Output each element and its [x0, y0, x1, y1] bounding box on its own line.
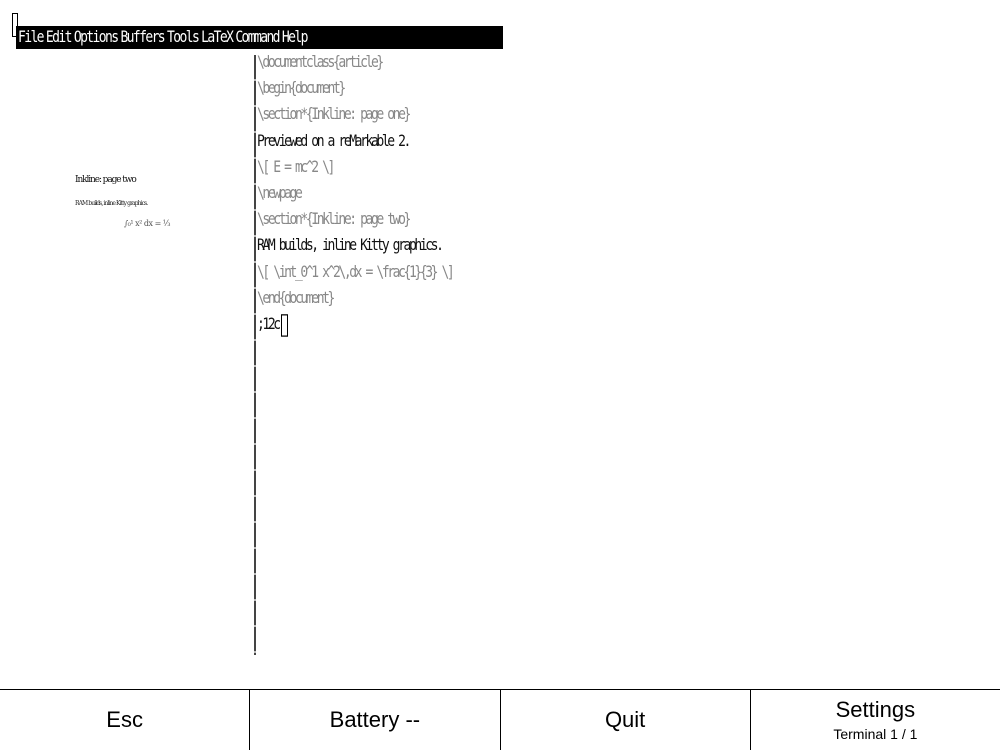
- editor-prompt-line: ;12c: [257, 312, 557, 345]
- preview-heading: Inkline: page two: [75, 175, 137, 185]
- settings-button[interactable]: Settings Terminal 1 / 1: [751, 690, 1000, 750]
- menu-edit[interactable]: Edit: [46, 28, 73, 47]
- menu-buffers[interactable]: Buffers: [120, 28, 165, 47]
- menu-latex[interactable]: LaTeX: [201, 28, 234, 47]
- pane-divider[interactable]: [254, 55, 256, 655]
- quit-button-label: Quit: [604, 707, 646, 732]
- settings-button-label: Settings: [835, 697, 916, 722]
- menu-command[interactable]: Command: [235, 28, 280, 47]
- bottom-toolbar: Esc Battery -- Quit Settings Terminal 1 …: [0, 689, 1000, 750]
- quit-button[interactable]: Quit: [501, 690, 751, 750]
- menu-bar: File Edit Options Buffers Tools LaTeX Co…: [16, 26, 503, 49]
- terminal-indicator: Terminal 1 / 1: [833, 726, 918, 742]
- menu-file[interactable]: File: [18, 28, 45, 47]
- menu-options[interactable]: Options: [74, 28, 119, 47]
- menu-tools[interactable]: Tools: [167, 28, 200, 47]
- esc-button[interactable]: Esc: [0, 690, 251, 750]
- preview-body: RAM builds, inline Kitty graphics.: [75, 200, 148, 207]
- esc-button-label: Esc: [106, 707, 143, 732]
- preview-math: ∫₀¹ x² dx = ⅓: [124, 219, 171, 228]
- editor-buffer[interactable]: \documentclass{article} \begin{document}…: [257, 53, 557, 341]
- editor-prompt-text: ;12c: [257, 315, 281, 335]
- menu-help[interactable]: Help: [282, 28, 309, 47]
- pdf-preview: Inkline: page two RAM builds, inline Kit…: [72, 170, 192, 250]
- battery-label: Battery --: [329, 707, 421, 732]
- battery-button[interactable]: Battery --: [250, 690, 501, 750]
- text-cursor: [280, 313, 288, 336]
